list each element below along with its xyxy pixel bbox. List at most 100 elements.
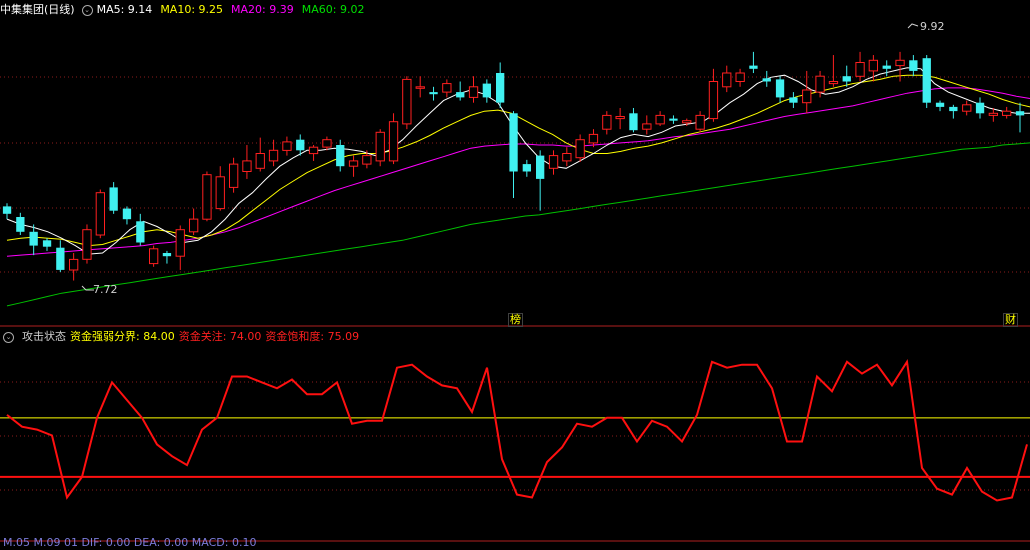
candle-body [175, 229, 185, 257]
candle-body [336, 145, 345, 167]
candle-body [575, 139, 585, 159]
candle-body [855, 62, 865, 77]
candle-body [828, 81, 839, 85]
candle-body [775, 79, 785, 98]
candle [855, 51, 865, 82]
threshold-label: 资金强弱分界: 84.00 [70, 330, 175, 343]
candle-body [122, 208, 132, 220]
candle [242, 145, 252, 179]
candle-body [468, 86, 479, 98]
candle [308, 145, 319, 161]
candle [722, 65, 732, 93]
candle-body [962, 104, 972, 112]
candle [575, 134, 585, 162]
candle-body [895, 59, 905, 67]
candle [282, 136, 292, 156]
candle [429, 86, 438, 101]
candle [949, 104, 958, 119]
candle-body [735, 72, 745, 82]
candle-body [42, 240, 52, 247]
candle-body [1002, 110, 1012, 116]
candle-body [789, 97, 798, 103]
candle-body [429, 92, 438, 95]
finance-marker[interactable]: 财 [1003, 313, 1018, 327]
candle-body [602, 114, 612, 130]
candle [95, 189, 105, 239]
saturation-label: 资金饱和度: 75.09 [265, 330, 360, 343]
stock-chart[interactable] [0, 0, 1030, 543]
high-price-label: 9.92 [920, 20, 945, 33]
candle-body [56, 247, 65, 270]
candle [388, 113, 399, 165]
candle [322, 136, 332, 151]
candle-body [162, 253, 172, 257]
candle-body [215, 176, 225, 210]
candle [109, 182, 118, 214]
candle [16, 212, 25, 236]
indicator-legend: ⌄ 攻击状态 资金强弱分界: 84.00 资金关注: 74.00 资金饱和度: … [0, 330, 367, 344]
high-pointer [907, 23, 919, 29]
candle [2, 203, 12, 220]
candle-body [642, 123, 652, 130]
candle-body [708, 81, 719, 120]
candle-body [456, 92, 465, 98]
rank-marker[interactable]: 榜 [508, 313, 523, 327]
candle-body [388, 121, 399, 162]
candle [456, 81, 465, 101]
candle-body [82, 229, 92, 260]
indicator-settings-icon[interactable]: ⌄ [3, 331, 14, 343]
candle-body [762, 78, 771, 82]
candle [415, 76, 425, 98]
candle-body [522, 164, 531, 172]
candle-body [415, 86, 425, 89]
candle-body [722, 72, 732, 88]
candle-body [242, 160, 252, 172]
candle-body [988, 112, 999, 116]
candle-body [975, 102, 985, 114]
candle-body [548, 155, 559, 169]
candle [468, 76, 479, 103]
candle-body [402, 78, 412, 125]
candle-body [588, 133, 599, 144]
low-price-label: 7.72 [93, 283, 118, 296]
candle [136, 213, 145, 246]
candle [922, 55, 931, 108]
candle [602, 111, 612, 135]
candle-body [615, 116, 625, 120]
candle [695, 111, 705, 133]
candle-body [149, 248, 159, 265]
candle [496, 62, 505, 108]
candle-body [348, 160, 359, 167]
candle-body [109, 187, 118, 211]
candle-body [882, 65, 891, 69]
candle-body [296, 139, 305, 151]
candle [82, 224, 92, 264]
candle [202, 171, 212, 222]
candle-body [322, 139, 332, 148]
candle [336, 139, 345, 172]
candle-body [95, 192, 105, 236]
candle [749, 51, 758, 74]
candle-body [229, 163, 239, 188]
candle-body [255, 153, 265, 169]
bottom-indicator-text: M.05 M.09 01 DIF: 0.00 DEA: 0.00 MACD: 0… [3, 536, 257, 549]
candle [229, 157, 239, 193]
candle-body [749, 65, 758, 69]
candle-body [655, 114, 665, 125]
candle [895, 51, 905, 82]
candle [189, 208, 199, 236]
candle-body [1015, 111, 1025, 116]
candle [402, 76, 412, 130]
candle-body [69, 258, 79, 271]
candle [442, 79, 452, 98]
candle-body [935, 102, 945, 107]
candle-body [922, 58, 931, 103]
candle [562, 147, 572, 167]
candle-body [496, 73, 505, 103]
candle-body [308, 146, 319, 155]
bottom-indicator-legend: M.05 M.09 01 DIF: 0.00 DEA: 0.00 MACD: 0… [0, 536, 264, 550]
candle [348, 155, 359, 177]
candle-body [909, 60, 918, 71]
candle-body [189, 218, 199, 233]
ma20-line [6, 87, 1030, 257]
